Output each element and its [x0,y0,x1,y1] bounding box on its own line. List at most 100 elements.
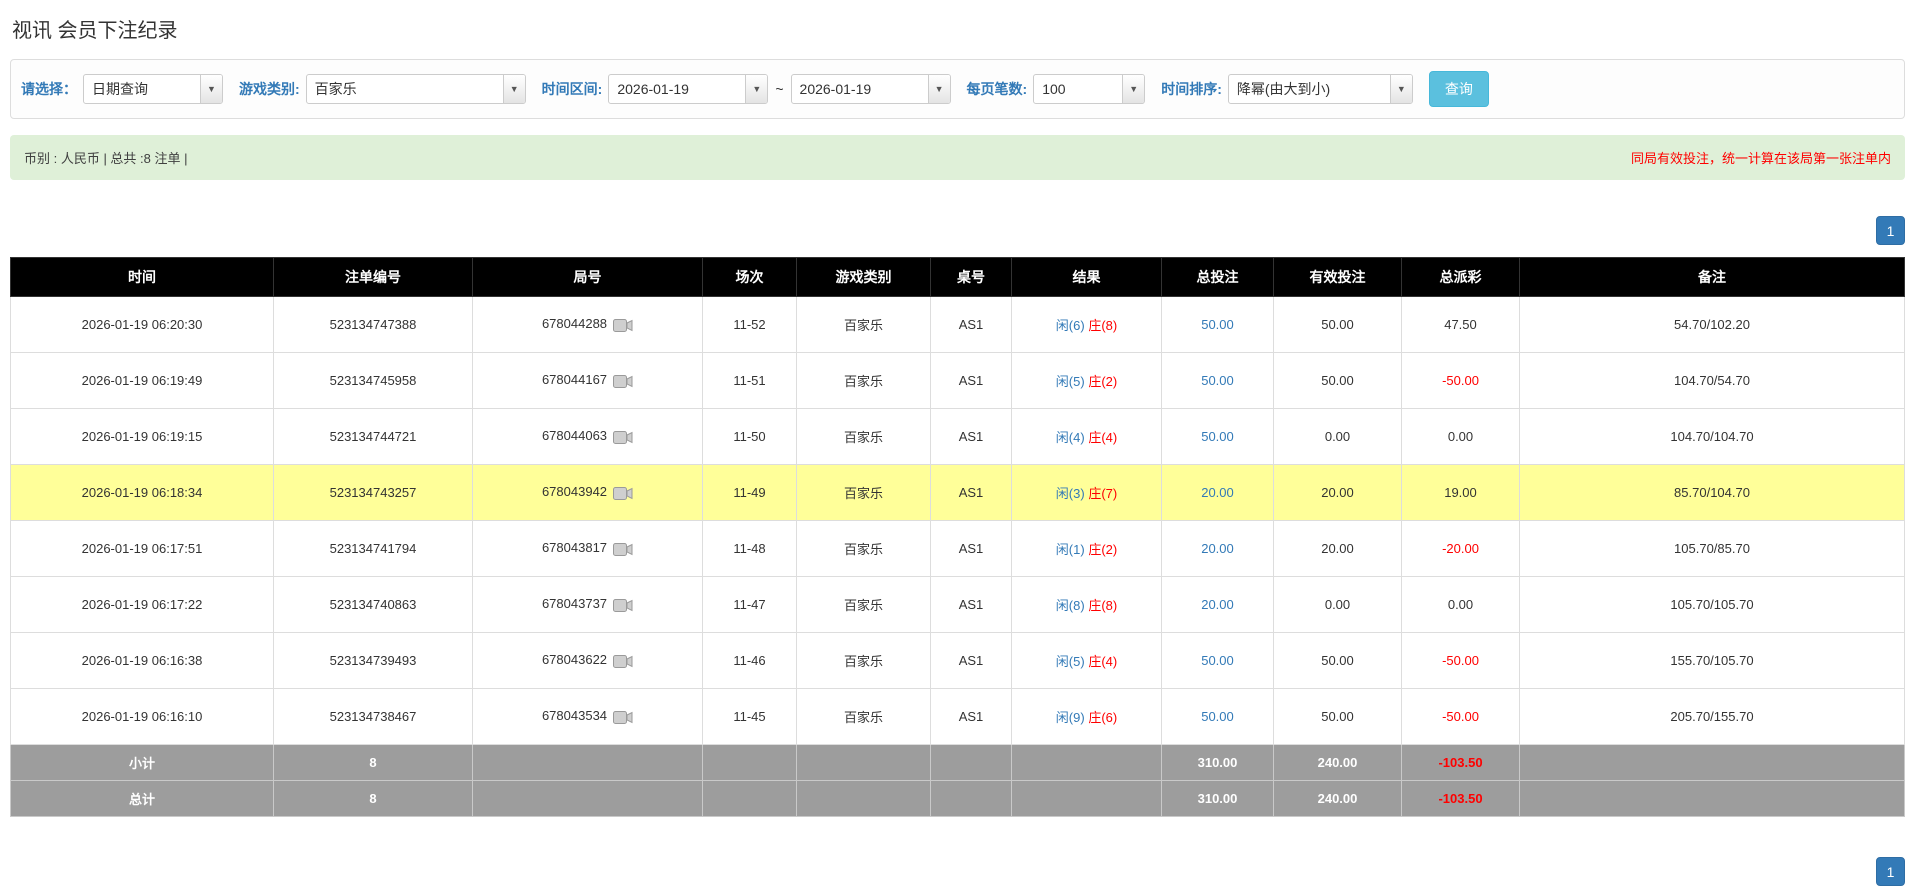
result-player: 闲(9) [1055,710,1085,725]
total-total-bet: 310.00 [1161,780,1274,817]
page-size-select[interactable]: 100 ▼ [1033,74,1146,104]
payout-value: 0.00 [1447,597,1474,612]
caret-down-icon[interactable]: ▼ [745,75,768,103]
table-row: 2026-01-19 06:16:10 523134738467 678043534… [10,688,1905,745]
cell-time: 2026-01-19 06:16:38 [10,632,274,689]
cell-result: 闲(9) 庄(6) [1011,688,1162,745]
filter-group-page-size: 每页笔数: 100 ▼ [967,74,1146,104]
cell-payout: -50.00 [1401,352,1520,409]
cell-game-type: 百家乐 [796,464,931,521]
page-button-1[interactable]: 1 [1876,216,1905,245]
cell-remark: 105.70/105.70 [1519,576,1905,633]
video-icon[interactable] [613,654,633,669]
pagination-top: 1 [10,216,1905,245]
col-payout: 总派彩 [1401,257,1520,297]
cell-result: 闲(1) 庄(2) [1011,520,1162,577]
result-banker: 庄(8) [1088,598,1118,613]
total-bet-link[interactable]: 50.00 [1201,653,1234,668]
date-to-select[interactable]: 2026-01-19 ▼ [790,74,951,104]
page-size-value: 100 [1042,81,1066,97]
empty-cell [796,744,931,781]
cell-session: 11-50 [702,408,797,465]
cell-game-type: 百家乐 [796,688,931,745]
col-session: 场次 [702,257,797,297]
cell-round: 678043534 [472,688,703,745]
sort-select[interactable]: 降幂(由大到小) ▼ [1227,74,1413,104]
game-type-select[interactable]: 百家乐 ▼ [305,74,526,104]
caret-down-icon[interactable]: ▼ [200,75,222,103]
caret-down-icon[interactable]: ▼ [1389,75,1412,103]
filter-group-query-type: 请选择： 日期查询 ▼ [21,74,223,104]
cell-session: 11-47 [702,576,797,633]
empty-cell [1519,780,1905,817]
payout-value: 47.50 [1444,317,1477,332]
cell-remark: 104.70/104.70 [1519,408,1905,465]
cell-bet-id: 523134745958 [273,352,473,409]
page-button-1[interactable]: 1 [1876,857,1905,886]
col-result: 结果 [1011,257,1162,297]
video-icon[interactable] [613,598,633,613]
cell-round: 678044167 [472,352,703,409]
caret-down-icon[interactable]: ▼ [927,75,950,103]
page-title: 视讯 会员下注纪录 [12,20,178,42]
cell-remark: 155.70/105.70 [1519,632,1905,689]
result-banker: 庄(2) [1088,542,1118,557]
filter-bar: 请选择： 日期查询 ▼ 游戏类别: 百家乐 ▼ 时间区间: 2026-01-19… [10,59,1905,119]
subtotal-payout: -103.50 [1401,744,1520,781]
table-row: 2026-01-19 06:20:30 523134747388 678044288… [10,296,1905,353]
cell-bet-id: 523134738467 [273,688,473,745]
result-banker: 庄(2) [1088,374,1118,389]
query-type-label: 请选择： [21,81,77,97]
result-player: 闲(1) [1055,542,1085,557]
cell-game-type: 百家乐 [796,296,931,353]
round-number: 678044288 [541,316,608,332]
cell-round: 678043817 [472,520,703,577]
result-banker: 庄(6) [1088,710,1118,725]
date-from-select[interactable]: 2026-01-19 ▼ [608,74,769,104]
cell-payout: -50.00 [1401,688,1520,745]
cell-result: 闲(3) 庄(7) [1011,464,1162,521]
video-icon[interactable] [613,710,633,725]
total-bet-link[interactable]: 50.00 [1201,429,1234,444]
query-type-select[interactable]: 日期查询 ▼ [83,74,223,104]
cell-payout: 0.00 [1401,576,1520,633]
total-bet-link[interactable]: 50.00 [1201,373,1234,388]
cell-total-bet: 50.00 [1161,408,1274,465]
cell-payout: 47.50 [1401,296,1520,353]
cell-time: 2026-01-19 06:17:22 [10,576,274,633]
cell-time: 2026-01-19 06:17:51 [10,520,274,577]
total-bet-link[interactable]: 50.00 [1201,709,1234,724]
cell-valid-bet: 0.00 [1273,408,1402,465]
video-icon[interactable] [613,542,633,557]
table-row: 2026-01-19 06:17:51 523134741794 678043817… [10,520,1905,577]
cell-game-type: 百家乐 [796,632,931,689]
cell-valid-bet: 20.00 [1273,464,1402,521]
cell-valid-bet: 50.00 [1273,352,1402,409]
search-button[interactable]: 查询 [1428,71,1489,107]
empty-cell [702,744,797,781]
caret-down-icon[interactable]: ▼ [502,75,525,103]
total-bet-link[interactable]: 50.00 [1201,317,1234,332]
total-payout: -103.50 [1401,780,1520,817]
caret-down-icon[interactable]: ▼ [1122,75,1145,103]
cell-valid-bet: 50.00 [1273,632,1402,689]
video-icon[interactable] [613,486,633,501]
empty-cell [472,780,703,817]
video-icon[interactable] [613,430,633,445]
empty-cell [930,780,1012,817]
video-icon[interactable] [613,318,633,333]
total-bet-link[interactable]: 20.00 [1201,485,1234,500]
cell-table-no: AS1 [930,576,1012,633]
video-icon[interactable] [613,374,633,389]
subtotal-count: 8 [273,744,473,781]
total-bet-link[interactable]: 20.00 [1201,541,1234,556]
col-round: 局号 [472,257,703,297]
cell-bet-id: 523134743257 [273,464,473,521]
cell-remark: 104.70/54.70 [1519,352,1905,409]
empty-cell [1011,744,1162,781]
result-banker: 庄(8) [1088,318,1118,333]
cell-session: 11-52 [702,296,797,353]
col-table-no: 桌号 [930,257,1012,297]
cell-round: 678044288 [472,296,703,353]
total-bet-link[interactable]: 20.00 [1201,597,1234,612]
